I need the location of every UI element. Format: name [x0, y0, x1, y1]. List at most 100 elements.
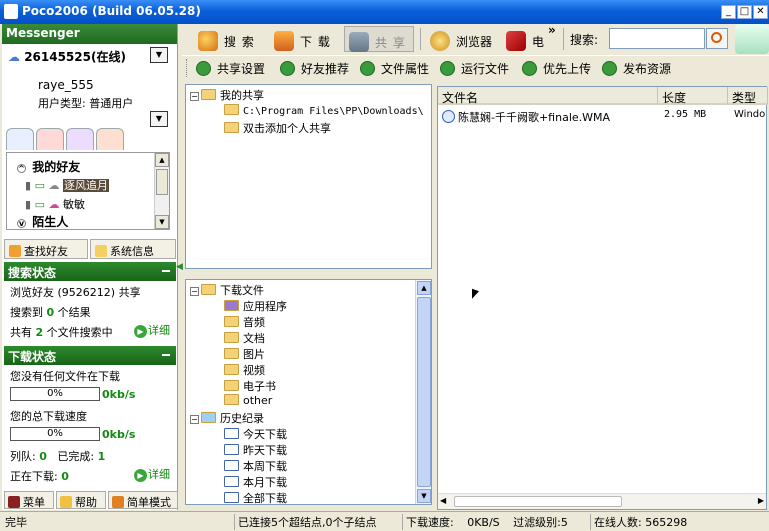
recommend-icon — [280, 61, 295, 76]
phone-tab-button[interactable]: 电 — [502, 26, 549, 52]
add-share-node[interactable]: 双击添加个人共享 — [224, 120, 331, 136]
run-icon — [440, 61, 455, 76]
group-strangers[interactable]: v 陌生人 — [17, 213, 68, 230]
collapse-left-arrow-icon[interactable]: ◀ — [176, 262, 183, 274]
download-status-panel: 下载状态 — [4, 346, 176, 365]
collapse-icon: ^ — [17, 164, 26, 173]
recommend-button[interactable]: 好友推荐 — [280, 60, 349, 77]
history-item[interactable]: 全部下载 — [224, 490, 287, 504]
user-type: 用户类型: 普通用户 — [38, 97, 134, 110]
search-detail-link[interactable]: ▶ 详细 — [134, 322, 170, 338]
history-item[interactable]: 本周下载 — [224, 458, 287, 474]
share-tab-button[interactable]: 共 享 — [344, 26, 414, 52]
play-icon: ▶ — [134, 469, 147, 482]
publish-button[interactable]: 发布资源 — [602, 60, 671, 77]
upload-icon — [522, 61, 537, 76]
search-status-panel: 搜索状态 — [4, 262, 176, 281]
magnifier-icon — [198, 31, 218, 51]
tab-group-icon[interactable] — [66, 128, 94, 150]
group-my-friends[interactable]: ^ 我的好友 — [17, 158, 80, 175]
scroll-down-button[interactable]: ▼ — [417, 489, 431, 503]
file-type-cell: Windo — [734, 109, 766, 120]
column-header-type[interactable]: 类型 — [728, 87, 768, 105]
minimize-icon[interactable] — [162, 270, 170, 272]
friend-item[interactable]: ▮ ▭ ☁ 逐风追月 — [25, 177, 109, 193]
scroll-right-button[interactable]: ▶ — [758, 496, 764, 505]
priority-upload-button[interactable]: 优先上传 — [522, 60, 591, 77]
search-input[interactable] — [609, 28, 705, 49]
search-go-button[interactable] — [706, 28, 728, 49]
share-root-node[interactable]: − 我的共享 — [190, 87, 264, 103]
menu-button[interactable]: 菜单 — [4, 491, 54, 509]
file-list-hscrollbar[interactable]: ◀ ▶ — [438, 493, 766, 509]
help-button[interactable]: 帮助 — [56, 491, 106, 509]
expand-icon: v — [17, 219, 26, 228]
history-root-node[interactable]: − 历史纪录 — [190, 410, 264, 426]
history-item[interactable]: 今天下载 — [224, 426, 287, 442]
search-status-title-text: 搜索状态 — [8, 266, 57, 280]
friend-list: ^ 我的好友 ▮ ▭ ☁ 逐风追月 ▮ ▭ ☁ 敏敏 v 陌生人 ▲ ▼ — [6, 152, 170, 230]
maximize-button[interactable]: □ — [737, 5, 752, 19]
tree-item[interactable]: 应用程序 — [224, 298, 287, 314]
toolbar-separator — [563, 28, 564, 50]
tree-item-label: 图片 — [243, 348, 265, 361]
share-path-node[interactable]: C:\Program Files\PP\Downloads\ — [224, 104, 424, 117]
tree-item[interactable]: 音频 — [224, 314, 265, 330]
download-progress-bar: 0% — [10, 387, 100, 401]
tab-friends-icon[interactable] — [6, 128, 34, 150]
tree-item[interactable]: 图片 — [224, 346, 265, 362]
system-info-button[interactable]: 系统信息 — [90, 239, 176, 259]
scroll-up-button[interactable]: ▲ — [155, 153, 169, 167]
download-tree-scrollbar[interactable]: ▲ ▼ — [415, 280, 431, 504]
tree-item[interactable]: 电子书 — [224, 378, 276, 394]
minimize-button[interactable]: _ — [721, 5, 736, 19]
tab-book-icon[interactable] — [96, 128, 124, 150]
close-button[interactable]: ✕ — [753, 5, 768, 19]
collapse-icon: − — [190, 92, 199, 101]
scroll-down-button[interactable]: ▼ — [155, 215, 169, 229]
user-id-line: ☁ 26145525(在线) — [8, 50, 126, 64]
phone-icon: ▮ — [25, 179, 32, 192]
tree-item[interactable]: 文档 — [224, 330, 265, 346]
browser-tab-label: 浏览器 — [456, 35, 493, 49]
profile-dropdown-button[interactable]: ▼ — [150, 111, 168, 127]
column-header-name[interactable]: 文件名 — [438, 87, 658, 105]
find-friend-button[interactable]: 查找好友 — [4, 239, 88, 259]
run-file-button[interactable]: 运行文件 — [440, 60, 509, 77]
download-detail-link[interactable]: ▶ 详细 — [134, 466, 170, 482]
tree-item[interactable]: other — [224, 394, 272, 407]
browser-tab-button[interactable]: 浏览器 — [426, 26, 496, 52]
file-name-cell: 陈慧娴-千千阙歌+finale.WMA — [458, 111, 611, 124]
total-speed-label: 您的总下载速度 — [10, 410, 87, 423]
scroll-thumb[interactable] — [417, 297, 431, 487]
table-row[interactable]: 陈慧娴-千千阙歌+finale.WMA 2.95 MB Windo — [442, 109, 768, 125]
more-chevron[interactable]: » — [548, 23, 556, 37]
download-tab-button[interactable]: 下 载 — [270, 26, 335, 52]
scroll-thumb[interactable] — [454, 496, 622, 507]
tab-heart-icon[interactable] — [36, 128, 64, 150]
calendar-icon — [224, 460, 239, 471]
minimize-icon[interactable] — [162, 354, 170, 356]
simple-mode-button[interactable]: 简单模式 — [108, 491, 178, 509]
tree-item-label: other — [243, 394, 273, 407]
tree-item[interactable]: 视频 — [224, 362, 265, 378]
video-folder-icon — [224, 364, 239, 375]
column-header-size[interactable]: 长度 — [658, 87, 728, 105]
search-tab-button[interactable]: 搜 索 — [194, 26, 259, 52]
phone-icon: ▮ — [25, 198, 32, 211]
mascot-icon — [735, 24, 769, 54]
file-props-button[interactable]: 文件属性 — [360, 60, 429, 77]
friend-list-scrollbar[interactable]: ▲ ▼ — [154, 153, 169, 229]
status-dropdown-button[interactable]: ▼ — [150, 47, 168, 63]
download-root-node[interactable]: − 下载文件 — [190, 282, 264, 298]
history-item[interactable]: 昨天下载 — [224, 442, 287, 458]
messenger-title: Messenger — [6, 26, 80, 40]
share-settings-button[interactable]: 共享设置 — [196, 60, 265, 77]
folder-icon — [201, 284, 216, 295]
scroll-left-button[interactable]: ◀ — [440, 496, 446, 505]
scroll-up-button[interactable]: ▲ — [417, 281, 431, 295]
friend-item[interactable]: ▮ ▭ ☁ 敏敏 — [25, 196, 85, 212]
find-friend-label: 查找好友 — [24, 245, 68, 258]
history-item[interactable]: 本月下载 — [224, 474, 287, 490]
scroll-thumb[interactable] — [156, 169, 168, 195]
